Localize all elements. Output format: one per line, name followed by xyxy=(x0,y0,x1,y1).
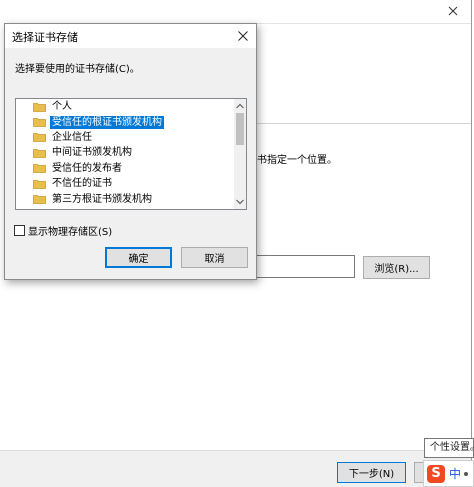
close-icon[interactable] xyxy=(232,26,254,46)
store-item[interactable]: 企业信任 xyxy=(16,130,234,145)
tree-scrollbar[interactable] xyxy=(234,99,246,209)
store-prompt: 选择要使用的证书存储(C)。 xyxy=(15,64,140,75)
certificate-store-tree[interactable]: 个人受信任的根证书颁发机构 企业信任中间证书颁发机构 受信任的发布者 不信任的证书第三… xyxy=(15,98,247,210)
scroll-thumb[interactable] xyxy=(236,113,244,145)
store-path-input[interactable] xyxy=(256,255,355,278)
wizard-header-divider xyxy=(256,23,471,24)
window-border xyxy=(471,0,472,487)
sogou-ime-icon[interactable]: S xyxy=(427,464,445,483)
location-instruction: 书指定一个位置。 xyxy=(257,155,337,166)
store-list: 个人受信任的根证书颁发机构 企业信任中间证书颁发机构 受信任的发布者 不信任的证书第三… xyxy=(16,99,234,207)
store-item[interactable]: 个人 xyxy=(16,99,234,114)
ime-language-indicator[interactable]: 中 xyxy=(449,465,461,482)
store-item[interactable]: 受信任的根证书颁发机构 xyxy=(16,114,234,129)
folder-icon xyxy=(33,179,46,189)
next-button[interactable]: 下一步(N) xyxy=(337,462,406,483)
select-certificate-store-dialog: 选择证书存储 选择要使用的证书存储(C)。 个人受信任的根证书颁发机构 企业信任中… xyxy=(4,23,257,280)
ime-tooltip: 个性设置。 xyxy=(424,438,474,458)
store-item-label: 第三方根证书颁发机构 xyxy=(52,193,152,205)
store-item[interactable]: 受信任的发布者 xyxy=(16,161,234,176)
store-item-label: 不信任的证书 xyxy=(52,178,112,190)
store-item[interactable]: 不信任的证书 xyxy=(16,176,234,191)
store-item-label: 中间证书颁发机构 xyxy=(52,147,132,159)
store-item-label: 受信任的发布者 xyxy=(52,162,122,174)
ime-punctuation-icon[interactable] xyxy=(464,471,469,476)
dialog-title: 选择证书存储 xyxy=(12,31,78,44)
folder-icon xyxy=(33,117,46,127)
folder-icon xyxy=(33,194,46,204)
wizard-close-icon[interactable] xyxy=(438,2,468,20)
ok-button[interactable]: 确定 xyxy=(105,247,172,268)
store-item-label: 企业信任 xyxy=(52,131,92,143)
browse-button[interactable]: 浏览(R)... xyxy=(363,256,430,279)
folder-icon xyxy=(33,148,46,158)
dialog-titlebar: 选择证书存储 xyxy=(5,24,256,48)
show-physical-stores-label: 显示物理存储区(S) xyxy=(28,227,113,238)
store-item[interactable]: 第三方根证书颁发机构 xyxy=(16,191,234,206)
scroll-up-icon[interactable] xyxy=(236,101,244,111)
folder-icon xyxy=(33,132,46,143)
store-item[interactable]: 中间证书颁发机构 xyxy=(16,145,234,160)
folder-icon xyxy=(33,163,46,174)
show-physical-stores-option[interactable]: 显示物理存储区(S) xyxy=(14,223,112,238)
cancel-button[interactable]: 取消 xyxy=(181,247,248,268)
ime-toolbar[interactable]: S 中 xyxy=(423,460,474,487)
store-item-label: 受信任的根证书颁发机构 xyxy=(50,115,164,129)
wizard-divider xyxy=(256,123,471,124)
show-physical-stores-checkbox[interactable] xyxy=(14,225,25,236)
scroll-down-icon[interactable] xyxy=(236,197,244,207)
store-item-label: 个人 xyxy=(52,101,72,113)
folder-icon xyxy=(33,102,46,112)
